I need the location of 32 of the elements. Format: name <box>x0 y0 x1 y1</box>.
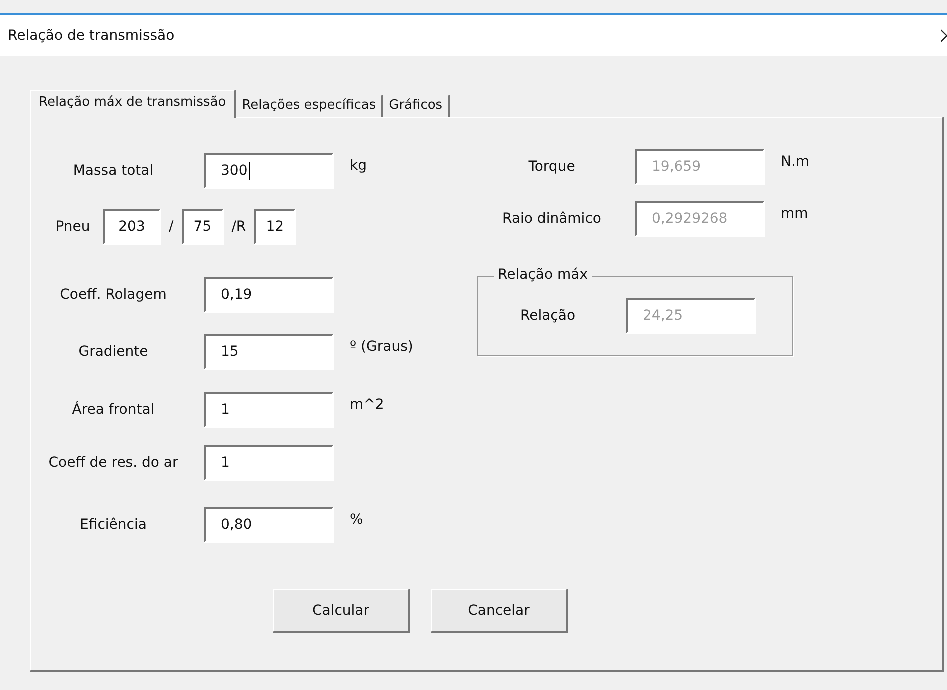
tab[interactable]: Relação máx de transmissão <box>30 90 236 118</box>
window-title: Relação de transmissão <box>8 28 175 44</box>
field-label: Relação <box>519 308 577 324</box>
field-label: Eficiência <box>79 517 148 533</box>
unit-label: º (Graus) <box>350 339 414 355</box>
field-label: Coeff de res. do ar <box>48 455 180 471</box>
unit-label: % <box>350 512 364 528</box>
input-field[interactable]: 75 <box>182 209 224 245</box>
group-title: Relação máx <box>494 267 592 283</box>
field-label: Coeff. Rolagem <box>59 287 168 303</box>
dialog-button[interactable]: Cancelar <box>431 589 568 633</box>
input-field[interactable]: 12 <box>254 209 296 245</box>
field-label: Massa total <box>72 163 155 179</box>
input-field[interactable]: 15 <box>204 334 334 370</box>
input-field[interactable]: 1 <box>204 392 334 428</box>
unit-label: mm <box>781 206 808 222</box>
separator-text: / <box>169 219 174 235</box>
dialog-button[interactable]: Calcular <box>273 589 410 633</box>
input-field[interactable]: 0,80 <box>204 507 334 543</box>
unit-label: kg <box>350 158 367 174</box>
field-label: Pneu <box>54 219 92 235</box>
input-field[interactable]: 300 <box>204 153 334 189</box>
input-field[interactable]: 203 <box>103 209 161 245</box>
separator-text: /R <box>232 219 246 235</box>
unit-label: m^2 <box>350 397 384 413</box>
field-label: Gradiente <box>78 344 150 360</box>
input-field[interactable]: 0,19 <box>204 277 334 313</box>
unit-label: N.m <box>781 154 810 170</box>
input-field[interactable]: 1 <box>204 445 334 481</box>
field-label: Área frontal <box>71 402 156 418</box>
field-label: Raio dinâmico <box>502 211 602 227</box>
field-label: Torque <box>528 159 576 175</box>
